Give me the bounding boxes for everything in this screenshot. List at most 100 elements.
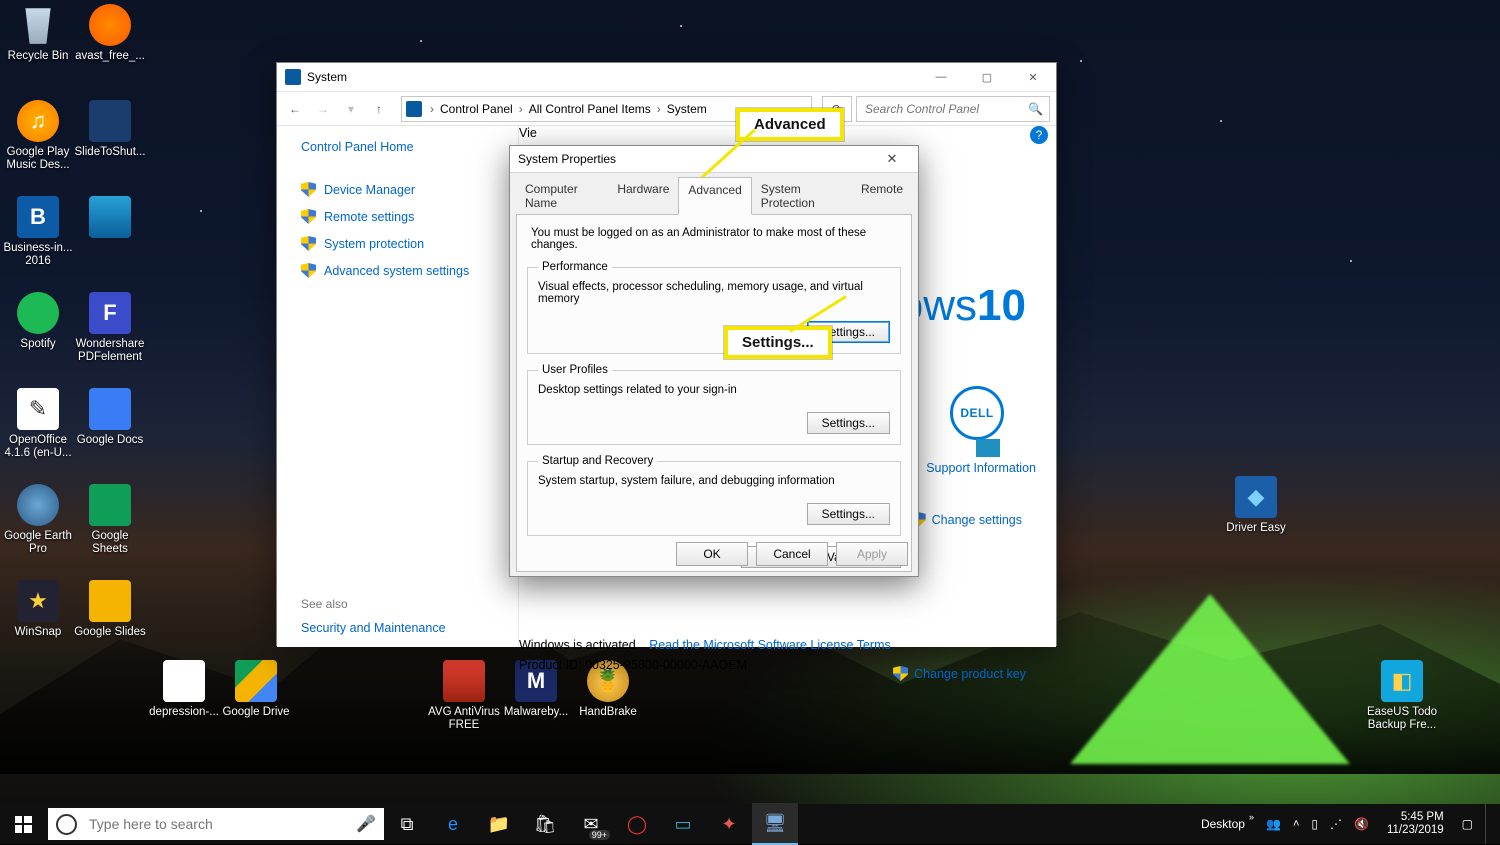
taskbar-app-mail[interactable]: ✉99+ bbox=[568, 804, 614, 844]
desktop-icon-recycle-bin[interactable]: Recycle Bin bbox=[0, 4, 76, 63]
dialog-title: System Properties bbox=[518, 152, 616, 166]
admin-note: You must be logged on as an Administrato… bbox=[531, 227, 901, 251]
tray-people-icon[interactable]: 👥 bbox=[1266, 817, 1281, 831]
change-settings-link[interactable]: Change settings bbox=[911, 512, 1022, 527]
recycle-bin-icon bbox=[17, 4, 59, 46]
tray-overflow-icon[interactable]: ˄ bbox=[1293, 818, 1299, 830]
control-panel-home-link[interactable]: Control Panel Home bbox=[301, 140, 506, 154]
desktop-icon-avg[interactable]: AVG AntiVirus FREE bbox=[426, 660, 502, 732]
taskbar-app-store[interactable]: 🛍 bbox=[522, 804, 568, 844]
tray-time: 5:45 PM bbox=[1387, 811, 1444, 824]
desktop-icon-pdfelement[interactable]: F Wondershare PDFelement bbox=[72, 292, 148, 364]
desktop-icon-google-drive[interactable]: Google Drive bbox=[218, 660, 294, 719]
taskbar-app-generic2[interactable]: ✦ bbox=[706, 804, 752, 844]
openoffice-icon: ✎ bbox=[17, 388, 59, 430]
close-button[interactable]: ✕ bbox=[1010, 63, 1056, 91]
desktop-icon-easeus[interactable]: ◧ EaseUS Todo Backup Fre... bbox=[1364, 660, 1440, 732]
apply-button[interactable]: Apply bbox=[836, 542, 908, 566]
taskbar-app-vivaldi[interactable]: ◯ bbox=[614, 804, 660, 844]
group-legend: User Profiles bbox=[538, 364, 612, 376]
desktop-icon-depression[interactable]: depression-... bbox=[146, 660, 222, 719]
see-also-header: See also bbox=[301, 597, 506, 611]
help-icon[interactable]: ? bbox=[1030, 126, 1048, 144]
energy-star-icon bbox=[976, 439, 1000, 457]
nav-up-button[interactable]: ↑ bbox=[367, 97, 391, 121]
desktop-icon-winsnap[interactable]: ★ WinSnap bbox=[0, 580, 76, 639]
see-also-link[interactable]: Security and Maintenance bbox=[301, 621, 506, 635]
user-profiles-settings-button[interactable]: Settings... bbox=[807, 412, 890, 434]
tab-strip: Computer Name Hardware Advanced System P… bbox=[510, 173, 918, 215]
desktop-icon-google-earth[interactable]: Google Earth Pro bbox=[0, 484, 76, 556]
license-terms-link[interactable]: Read the Microsoft Software License Term… bbox=[649, 638, 891, 652]
task-view-button[interactable]: ⧉ bbox=[384, 804, 430, 844]
sidebar-link-system-protection[interactable]: System protection bbox=[301, 236, 506, 251]
shield-icon bbox=[893, 666, 908, 681]
cancel-button[interactable]: Cancel bbox=[756, 542, 828, 566]
desktop-icon-google-slides[interactable]: Google Slides bbox=[72, 580, 148, 639]
sidebar-link-device-manager[interactable]: Device Manager bbox=[301, 182, 506, 197]
start-button[interactable] bbox=[0, 804, 46, 844]
desktop-icon-slidetoshut[interactable]: SlideToShut... bbox=[72, 100, 148, 159]
tab-hardware[interactable]: Hardware bbox=[608, 177, 678, 215]
tab-advanced[interactable]: Advanced bbox=[678, 177, 751, 215]
dell-logo: DELL bbox=[950, 386, 1004, 440]
nav-back-button[interactable]: ← bbox=[283, 97, 307, 121]
startup-recovery-settings-button[interactable]: Settings... bbox=[807, 503, 890, 525]
tray-wifi-icon[interactable]: ⋰ bbox=[1330, 817, 1342, 831]
breadcrumb[interactable]: All Control Panel Items bbox=[529, 102, 651, 116]
desktop-icon-business-in-2016[interactable]: B Business-in... 2016 bbox=[0, 196, 76, 268]
taskbar-search-input[interactable] bbox=[87, 815, 346, 833]
desktop-icon-label: Malwareby... bbox=[498, 706, 574, 719]
desktop-icon-google-docs[interactable]: Google Docs bbox=[72, 388, 148, 447]
desktop-icon-label: Recycle Bin bbox=[0, 50, 76, 63]
nav-forward-button[interactable]: → bbox=[311, 97, 335, 121]
tray-clock[interactable]: 5:45 PM 11/23/2019 bbox=[1381, 811, 1450, 837]
maximize-button[interactable]: ▢ bbox=[964, 63, 1010, 91]
change-product-key-link[interactable]: Change product key bbox=[893, 666, 1026, 681]
desktop-icon-driver-easy[interactable]: ◆ Driver Easy bbox=[1218, 476, 1294, 535]
sidebar-link-remote-settings[interactable]: Remote settings bbox=[301, 209, 506, 224]
search-control-panel[interactable]: 🔍 bbox=[856, 96, 1050, 122]
sidebar-link-advanced-system-settings[interactable]: Advanced system settings bbox=[301, 263, 506, 278]
tab-computer-name[interactable]: Computer Name bbox=[516, 177, 608, 215]
cortana-icon bbox=[56, 814, 77, 835]
dialog-close-button[interactable]: ✕ bbox=[874, 151, 910, 167]
spotify-icon bbox=[17, 292, 59, 334]
support-information-link[interactable]: Support Information bbox=[926, 461, 1036, 475]
tab-remote[interactable]: Remote bbox=[852, 177, 912, 215]
mic-icon[interactable]: 🎤 bbox=[356, 814, 376, 834]
desktop-icon-label: Spotify bbox=[0, 338, 76, 351]
shortcut-icon bbox=[89, 196, 131, 238]
sidebar-link-label: Advanced system settings bbox=[324, 264, 469, 278]
easeus-icon: ◧ bbox=[1381, 660, 1423, 702]
nav-recent-button[interactable]: ▾ bbox=[339, 97, 363, 121]
minimize-button[interactable]: — bbox=[918, 63, 964, 91]
taskbar-search[interactable]: 🎤 bbox=[48, 808, 384, 840]
tab-system-protection[interactable]: System Protection bbox=[752, 177, 852, 215]
taskbar-app-generic1[interactable]: ▭ bbox=[660, 804, 706, 844]
show-desktop-button[interactable] bbox=[1485, 804, 1492, 844]
dialog-titlebar[interactable]: System Properties ✕ bbox=[510, 146, 918, 173]
desktop-icon-spotify[interactable]: Spotify bbox=[0, 292, 76, 351]
tray-battery-icon[interactable]: ▯ bbox=[1311, 817, 1318, 831]
group-legend: Startup and Recovery bbox=[538, 455, 657, 467]
ok-button[interactable]: OK bbox=[676, 542, 748, 566]
breadcrumb[interactable]: Control Panel bbox=[440, 102, 513, 116]
tray-desktop-toolbar[interactable]: Desktop» bbox=[1201, 817, 1254, 831]
desktop-icon-google-sheets[interactable]: Google Sheets bbox=[72, 484, 148, 556]
winsnap-icon: ★ bbox=[17, 580, 59, 622]
search-input[interactable] bbox=[863, 101, 1028, 117]
taskbar-app-explorer[interactable]: 📁 bbox=[476, 804, 522, 844]
desktop-icon-google-play-music[interactable]: ♫ Google Play Music Des... bbox=[0, 100, 76, 172]
tray-action-center-icon[interactable]: ▢ bbox=[1462, 817, 1473, 831]
desktop-icon-openoffice[interactable]: ✎ OpenOffice 4.1.6 (en-U... bbox=[0, 388, 76, 460]
window-titlebar[interactable]: System — ▢ ✕ bbox=[277, 63, 1056, 92]
tray-volume-icon[interactable]: 🔇 bbox=[1354, 817, 1369, 831]
tray-date: 11/23/2019 bbox=[1387, 824, 1444, 837]
desktop-icon-generic-shortcut[interactable] bbox=[72, 196, 148, 242]
system-properties-dialog: System Properties ✕ Computer Name Hardwa… bbox=[509, 145, 919, 577]
taskbar-app-system[interactable]: 🖥 bbox=[752, 803, 798, 845]
breadcrumb[interactable]: System bbox=[667, 102, 707, 116]
taskbar-app-edge[interactable]: e bbox=[430, 804, 476, 844]
desktop-icon-avast[interactable]: avast_free_... bbox=[72, 4, 148, 63]
